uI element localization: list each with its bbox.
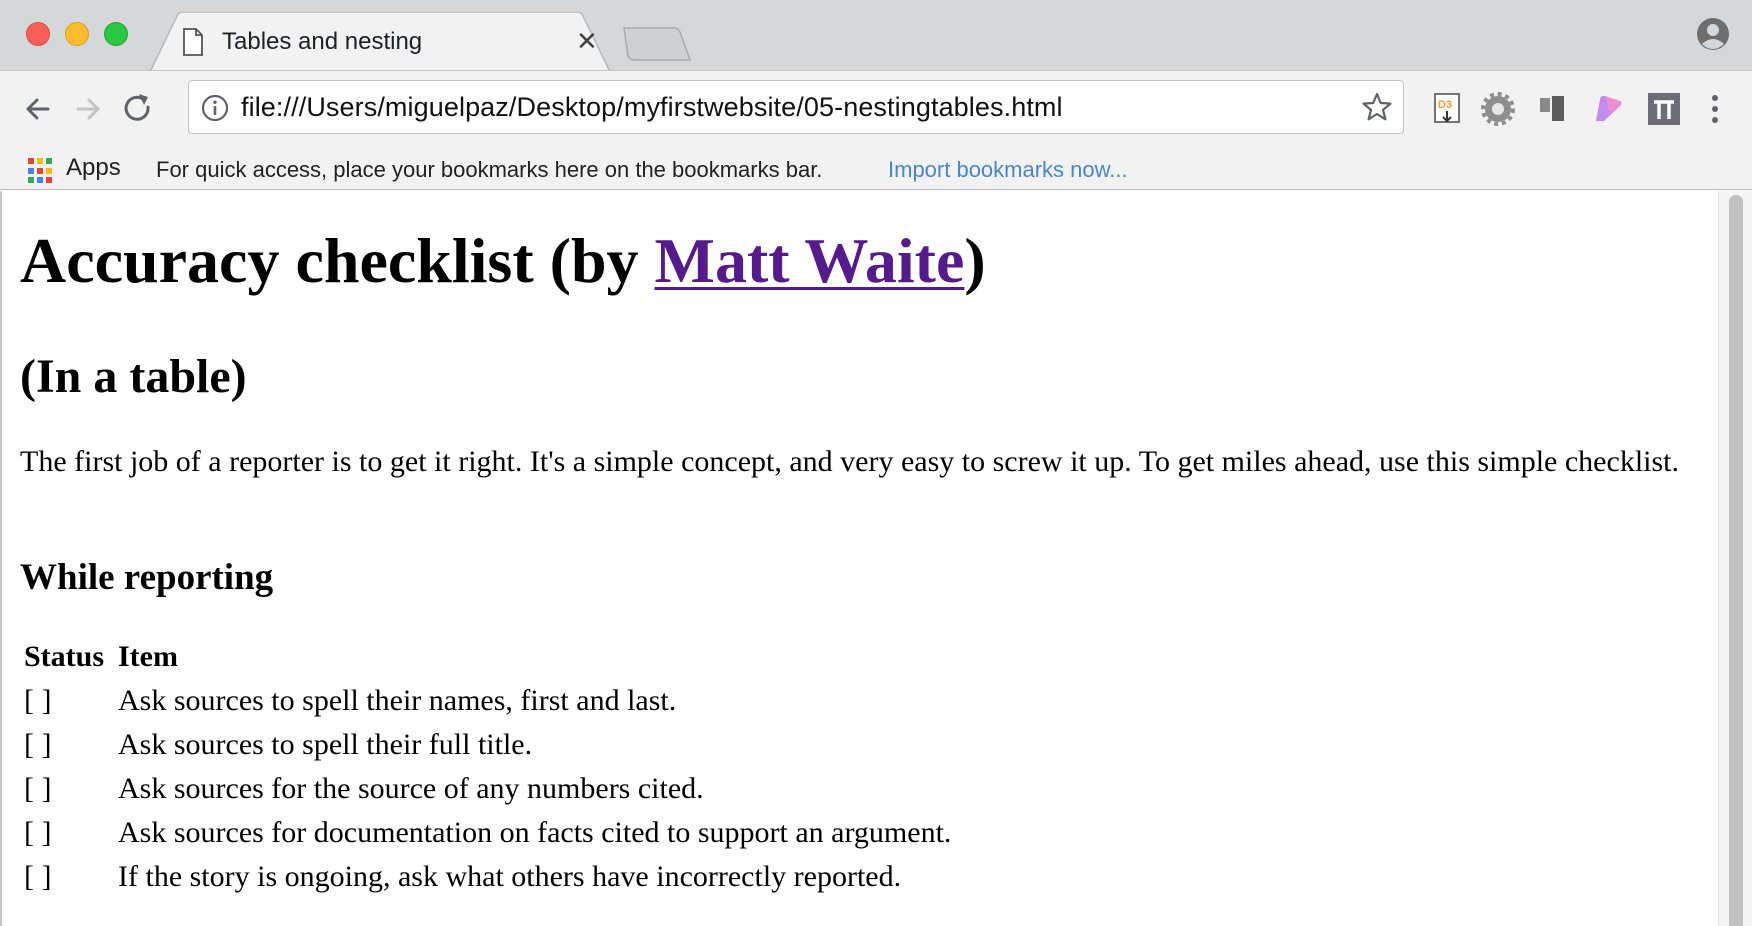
vertical-scrollbar[interactable] [1718,191,1752,926]
status-cell: [ ] [24,772,52,805]
author-link[interactable]: Matt Waite [655,225,965,296]
page-viewport: Accuracy checklist (by Matt Waite) (In a… [0,191,1752,926]
address-bar[interactable]: file:///Users/miguelpaz/Desktop/myfirstw… [188,80,1404,134]
status-cell: [ ] [24,816,52,849]
document-icon [183,28,203,56]
browser-chrome: Tables and nesting ✕ file:///Users/migue… [0,0,1752,190]
section-heading: While reporting [20,557,274,598]
profile-icon[interactable] [1696,17,1730,51]
bookmarks-hint: For quick access, place your bookmarks h… [156,157,823,182]
page-subtitle: (In a table) [20,350,247,403]
item-cell: Ask sources to spell their full title. [118,728,533,761]
pi-extension-icon[interactable] [1646,91,1682,127]
page-title: Accuracy checklist (by Matt Waite) [20,229,986,293]
gear-extension-icon[interactable] [1480,91,1516,127]
paint-extension-icon[interactable] [1590,91,1626,127]
import-bookmarks-link[interactable]: Import bookmarks now... [888,157,1128,183]
new-tab-button[interactable] [622,26,692,62]
tab-title: Tables and nesting [222,28,423,55]
column-header-item: Item [118,640,178,673]
svg-text:D3: D3 [1438,99,1452,111]
info-icon[interactable] [201,94,229,122]
menu-icon[interactable] [1700,89,1730,129]
item-cell: If the story is ongoing, ask what others… [118,860,902,893]
status-cell: [ ] [24,728,52,761]
tab-close-icon[interactable]: ✕ [576,26,598,56]
minimize-window-button[interactable] [65,22,89,46]
bookmark-star-icon[interactable] [1361,91,1393,123]
d3-extension-icon[interactable]: D3 [1430,91,1466,127]
url-text[interactable]: file:///Users/miguelpaz/Desktop/myfirstw… [241,92,1063,123]
scrollbar-thumb[interactable] [1729,195,1743,926]
status-cell: [ ] [24,684,52,717]
toolbar: file:///Users/miguelpaz/Desktop/myfirstw… [0,70,1752,146]
apps-grid-icon[interactable] [28,158,54,184]
status-cell: [ ] [24,860,52,893]
intro-paragraph: The first job of a reporter is to get it… [20,445,1679,478]
item-cell: Ask sources for the source of any number… [118,772,704,805]
apps-shortcut[interactable]: Apps [66,154,121,182]
tab-strip: Tables and nesting ✕ [0,0,1752,72]
zoom-window-button[interactable] [104,22,128,46]
close-window-button[interactable] [26,22,50,46]
item-cell: Ask sources for documentation on facts c… [118,816,952,849]
panel-extension-icon[interactable] [1534,91,1570,127]
column-header-status: Status [24,640,105,673]
bookmarks-bar: Apps For quick access, place your bookma… [0,146,1752,190]
back-icon[interactable] [18,89,58,129]
item-cell: Ask sources to spell their names, first … [118,684,677,717]
forward-icon[interactable] [68,89,108,129]
page-title-prefix: Accuracy checklist (by [20,225,655,296]
reload-icon[interactable] [118,89,158,129]
page-title-suffix: ) [964,225,986,296]
